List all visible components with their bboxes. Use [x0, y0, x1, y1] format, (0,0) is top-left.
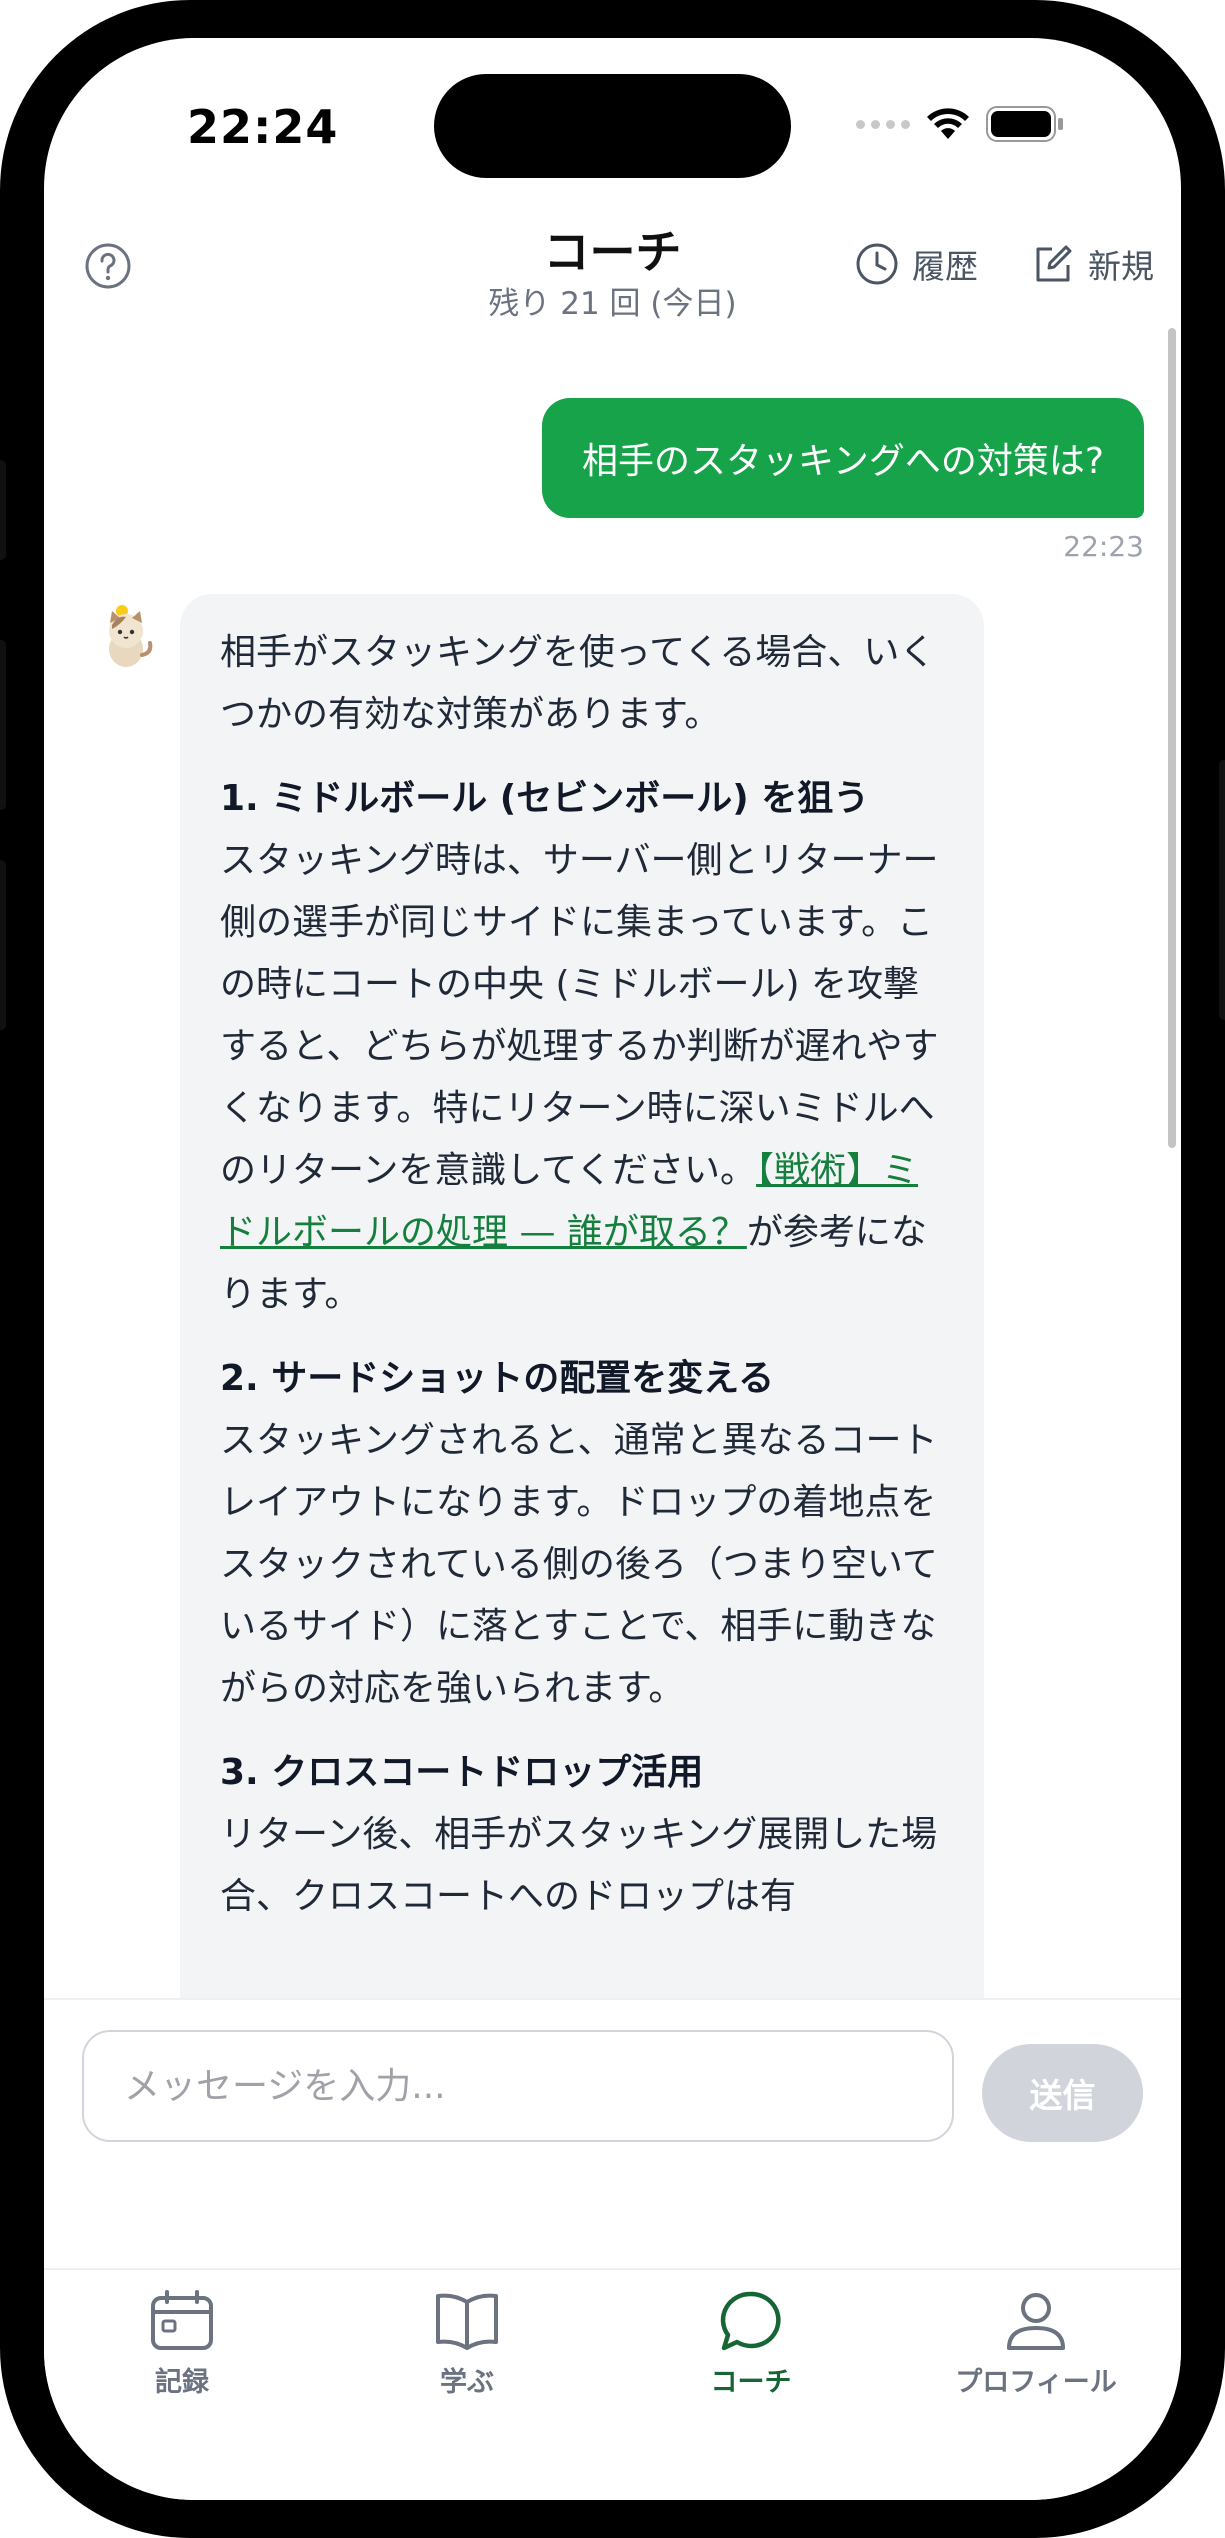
- calendar-icon: [151, 2290, 213, 2350]
- tab-label: 記録: [155, 2367, 209, 2398]
- tab-learn[interactable]: 学ぶ: [357, 2288, 577, 2399]
- tab-bar: 記録 学ぶ コーチ プロフィール: [44, 2268, 1181, 2500]
- history-button[interactable]: 履歴: [854, 240, 978, 288]
- page-title: コーチ: [543, 225, 682, 279]
- section-body: リターン後、相手がスタッキング展開した場合、クロスコートへのドロップは有: [220, 1814, 938, 1917]
- action-button: [0, 460, 6, 560]
- message-input[interactable]: [82, 2030, 954, 2142]
- scrollbar[interactable]: [1168, 328, 1176, 1148]
- section-text: スタッキング時は、サーバー側とリターナー側の選手が同じサイドに集まっています。こ…: [220, 840, 939, 1191]
- tab-label: コーチ: [710, 2367, 792, 2398]
- coach-message-bubble: 相手がスタッキングを使ってくる場合、いくつかの有効な対策があります。 1. ミド…: [180, 594, 984, 2094]
- history-label: 履歴: [912, 247, 978, 286]
- status-icons: [856, 106, 1064, 142]
- send-button[interactable]: 送信: [982, 2044, 1143, 2142]
- composer: 送信: [44, 1998, 1181, 2268]
- coach-intro: 相手がスタッキングを使ってくる場合、いくつかの有効な対策があります。: [220, 632, 936, 735]
- dynamic-island: [434, 74, 791, 178]
- tab-label: 学ぶ: [440, 2367, 494, 2398]
- clock-icon: [856, 243, 898, 285]
- remaining-count: 残り 21 回 (今日): [488, 286, 737, 322]
- book-icon: [436, 2293, 498, 2350]
- new-label: 新規: [1088, 247, 1154, 286]
- user-message-bubble: 相手のスタッキングへの対策は?: [541, 398, 1144, 518]
- section-body: スタッキング時は、サーバー側とリターナー側の選手が同じサイドに集まっています。こ…: [220, 830, 944, 1326]
- message-timestamp: 22:23: [1063, 530, 1144, 563]
- section-body: スタッキングされると、通常と異なるコートレイアウトになります。ドロップの着地点を…: [220, 1420, 938, 1709]
- person-icon: [1007, 2293, 1065, 2350]
- tab-record[interactable]: 記録: [72, 2288, 292, 2399]
- volume-up-button: [0, 640, 6, 810]
- volume-down-button: [0, 860, 6, 1030]
- section-heading: 3. クロスコートドロップ活用: [220, 1752, 704, 1793]
- chat-bubble-icon: [720, 2291, 781, 2351]
- compose-icon: [1036, 245, 1072, 282]
- power-button: [1219, 760, 1225, 1020]
- signal-icon: [856, 119, 910, 129]
- section-heading: 2. サードショットの配置を変える: [220, 1358, 775, 1399]
- new-chat-button[interactable]: 新規: [1030, 240, 1154, 288]
- section-heading: 1. ミドルボール (セビンボール) を狙う: [220, 778, 870, 819]
- coach-avatar: [109, 605, 153, 667]
- status-time: 22:24: [187, 100, 339, 154]
- tab-label: プロフィール: [955, 2367, 1117, 2398]
- phone-frame: 22:24 コーチ 残り 21 回 (今日) 履歴 新規 相手のスタッキングへの…: [0, 0, 1225, 2538]
- wifi-icon: [927, 108, 969, 139]
- tab-profile[interactable]: プロフィール: [926, 2288, 1146, 2399]
- tab-coach[interactable]: コーチ: [641, 2288, 861, 2399]
- battery-icon: [986, 106, 1063, 142]
- user-message-text: 相手のスタッキングへの対策は?: [581, 441, 1104, 482]
- screen: 22:24 コーチ 残り 21 回 (今日) 履歴 新規 相手のスタッキングへの…: [44, 38, 1181, 2500]
